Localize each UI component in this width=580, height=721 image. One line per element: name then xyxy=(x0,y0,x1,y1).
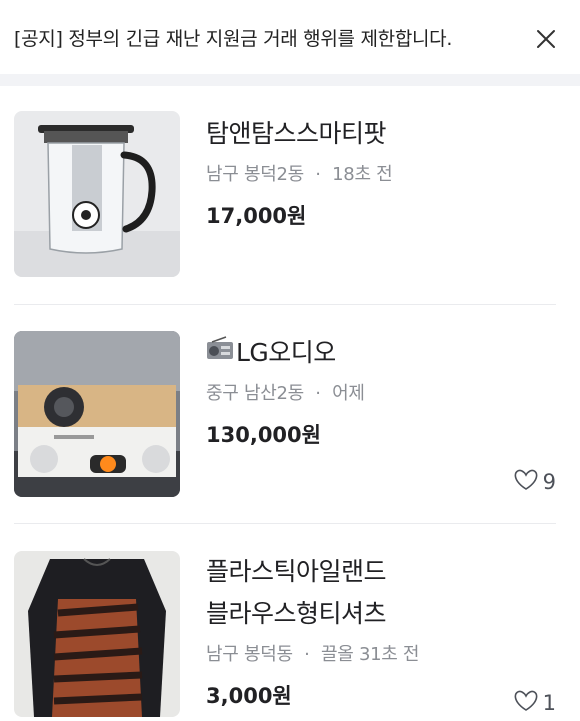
heart-icon xyxy=(513,469,539,496)
list-item[interactable]: 탐앤탐스스마티팟 남구 봉덕2동 · 18초 전 17,000원 xyxy=(0,86,580,304)
item-title: LG오디오 xyxy=(206,333,336,369)
heart-icon xyxy=(513,690,539,717)
list-item[interactable]: LG오디오 중구 남산2동 · 어제 130,000원 9 xyxy=(0,305,580,523)
item-title-text: LG오디오 xyxy=(236,338,336,367)
item-price: 130,000원 xyxy=(206,423,321,447)
product-thumbnail[interactable] xyxy=(14,331,180,497)
product-thumbnail[interactable] xyxy=(14,111,180,277)
section-divider xyxy=(0,74,580,86)
notice-banner[interactable]: [공지] 정부의 긴급 재난 지원금 거래 행위를 제한합니다. xyxy=(0,0,580,74)
radio-icon xyxy=(206,336,234,366)
like-count: 9 xyxy=(513,469,556,495)
item-time: 어제 xyxy=(332,383,365,404)
item-title-line1: 플라스틱아일랜드 xyxy=(206,557,387,586)
item-location: 남구 봉덕2동 xyxy=(206,164,304,185)
item-time: 18초 전 xyxy=(332,164,393,185)
like-count-value: 9 xyxy=(542,470,556,494)
item-price: 17,000원 xyxy=(206,204,307,228)
item-time: 끌올 31초 전 xyxy=(321,644,420,665)
item-title: 탐앤탐스스마티팟 xyxy=(206,119,387,148)
item-meta: 중구 남산2동 · 어제 xyxy=(206,379,365,405)
item-location: 중구 남산2동 xyxy=(206,383,304,404)
item-meta: 남구 봉덕2동 · 18초 전 xyxy=(206,160,393,186)
like-count: 1 xyxy=(513,690,556,716)
item-location: 남구 봉덕동 xyxy=(206,644,293,665)
meta-separator: · xyxy=(315,383,321,404)
product-thumbnail[interactable] xyxy=(14,551,180,717)
item-meta: 남구 봉덕동 · 끌올 31초 전 xyxy=(206,640,419,666)
meta-separator: · xyxy=(304,644,310,665)
like-count-value: 1 xyxy=(542,691,556,715)
meta-separator: · xyxy=(315,164,321,185)
item-title-line2: 블라우스형티셔츠 xyxy=(206,599,387,628)
item-price: 3,000원 xyxy=(206,684,292,708)
list-item[interactable]: 플라스틱아일랜드 블라우스형티셔츠 남구 봉덕동 · 끌올 31초 전 3,00… xyxy=(0,524,580,721)
close-icon[interactable] xyxy=(534,27,558,51)
notice-text[interactable]: [공지] 정부의 긴급 재난 지원금 거래 행위를 제한합니다. xyxy=(14,24,452,51)
